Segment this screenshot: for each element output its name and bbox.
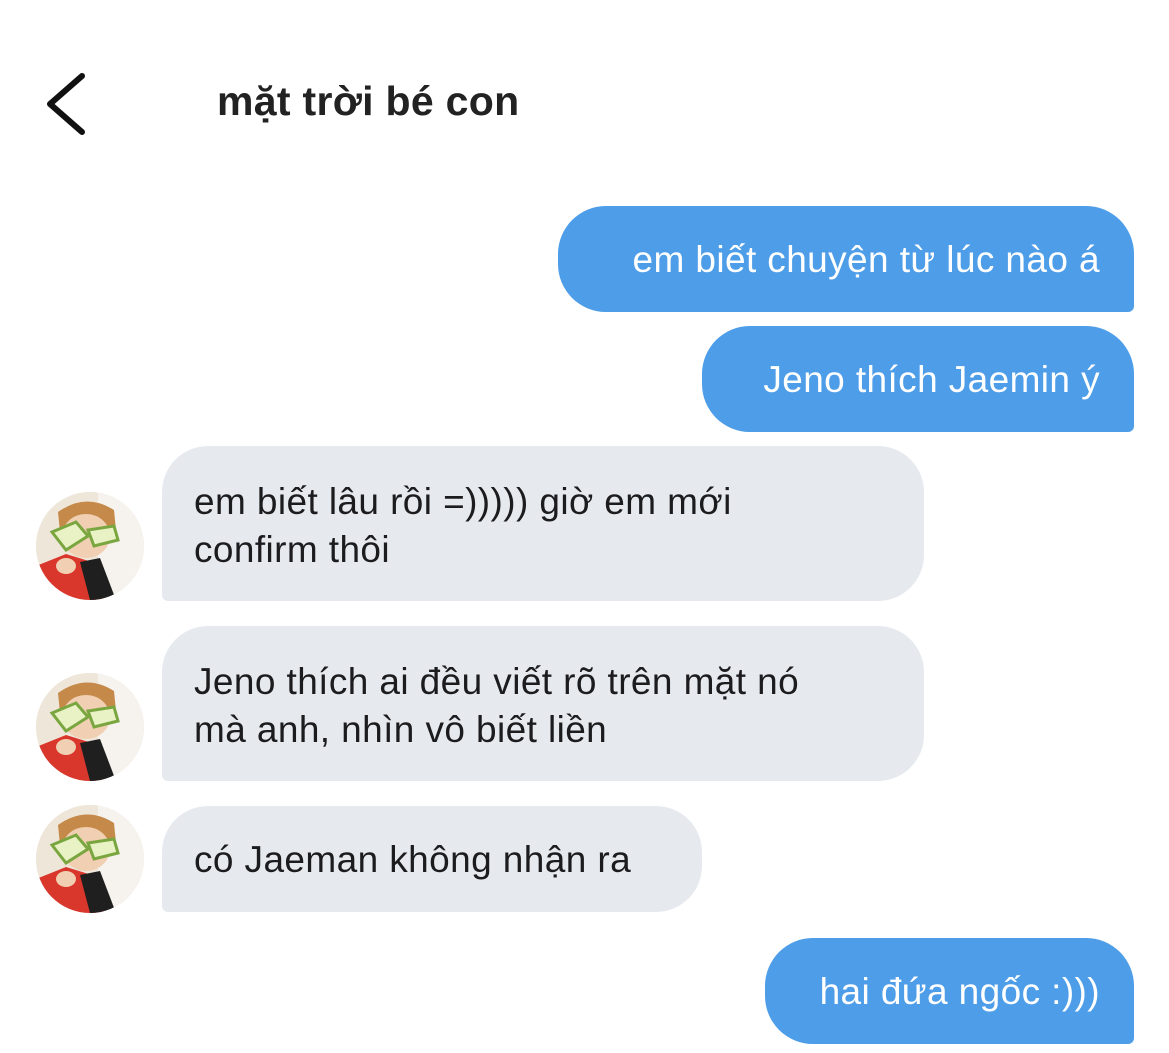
message-text-line: mà anh, nhìn vô biết liền: [194, 709, 608, 750]
message-text: hai đứa ngốc :))): [819, 971, 1100, 1012]
message-text: có Jaeman không nhận ra: [194, 839, 632, 880]
chevron-left-icon: [47, 73, 85, 135]
avatar-image: [36, 805, 144, 913]
message-text-line: em biết lâu rồi =))))) giờ em mới: [194, 481, 732, 522]
message-bubble-incoming[interactable]: em biết lâu rồi =))))) giờ em mới confir…: [162, 446, 924, 601]
chat-header: mặt trời bé con: [0, 0, 1169, 180]
message-bubble-outgoing[interactable]: hai đứa ngốc :))): [765, 938, 1134, 1044]
message-bubble-incoming[interactable]: có Jaeman không nhận ra: [162, 806, 702, 912]
message-text: Jeno thích Jaemin ý: [763, 359, 1100, 400]
message-bubble-outgoing[interactable]: em biết chuyện từ lúc nào á: [558, 206, 1134, 312]
message-text: em biết chuyện từ lúc nào á: [632, 239, 1100, 280]
avatar-image: [36, 673, 144, 781]
back-button[interactable]: [38, 68, 98, 140]
contact-avatar[interactable]: [36, 805, 144, 913]
message-bubble-outgoing[interactable]: Jeno thích Jaemin ý: [702, 326, 1134, 432]
message-bubble-incoming[interactable]: Jeno thích ai đều viết rõ trên mặt nó mà…: [162, 626, 924, 781]
avatar-image: [36, 492, 144, 600]
contact-avatar[interactable]: [36, 492, 144, 600]
chat-title: mặt trời bé con: [217, 78, 520, 124]
contact-avatar[interactable]: [36, 673, 144, 781]
message-text-line: Jeno thích ai đều viết rõ trên mặt nó: [194, 661, 800, 702]
message-text-line: confirm thôi: [194, 529, 391, 570]
